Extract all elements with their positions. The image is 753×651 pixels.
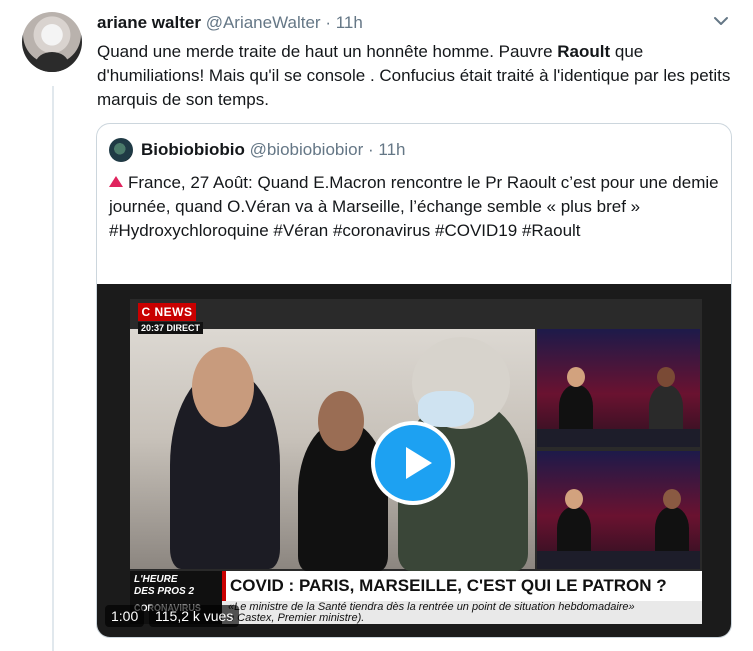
quoted-time[interactable]: 11h (378, 140, 405, 159)
quoted-separator-dot: · (368, 140, 374, 159)
inset-desk-1 (537, 429, 700, 447)
ticker-text: «Le ministre de la Santé tiendra dès la … (222, 601, 702, 624)
tweet-header: ariane walter @ArianeWalter · 11h (97, 13, 363, 33)
video-views: 115,2 k vues (149, 605, 240, 627)
chevron-down-icon[interactable] (712, 12, 730, 30)
author-avatar[interactable] (22, 12, 82, 72)
quoted-header: Biobiobiobio @biobiobiobior · 11h (141, 140, 406, 160)
quoted-text-body: France, 27 Août: Quand E.Macron rencontr… (109, 173, 719, 240)
quoted-handle[interactable]: @biobiobiobior (250, 140, 364, 159)
quoted-tweet[interactable]: Biobiobiobio @biobiobiobior · 11h France… (96, 123, 732, 638)
quoted-avatar[interactable] (109, 138, 133, 162)
author-name[interactable]: ariane walter (97, 13, 201, 32)
separator-dot: · (325, 13, 331, 32)
figure-left-face (192, 347, 254, 427)
video-duration: 1:00 (105, 605, 145, 627)
inset-desk-2 (537, 551, 700, 569)
show-name-line2: DES PROS 2 (134, 586, 195, 597)
inset-face-2 (657, 367, 675, 387)
channel-logo: C NEWS (138, 303, 196, 321)
video-scene-main (130, 329, 535, 571)
headline-banner: COVID : PARIS, MARSEILLE, C'EST QUI LE P… (222, 571, 702, 601)
quoted-name[interactable]: Biobiobiobio (141, 140, 245, 159)
tweet-text: Quand une merde traite de haut un honnêt… (97, 40, 737, 112)
play-icon[interactable] (371, 421, 455, 505)
video-inset-top (537, 329, 700, 447)
show-name-line1: L'HEURE (134, 574, 178, 585)
tweet-text-bold: Raoult (557, 42, 611, 61)
tweet-time[interactable]: 11h (336, 13, 363, 32)
inset-face-4 (663, 489, 681, 509)
quoted-text: France, 27 Août: Quand E.Macron rencontr… (109, 171, 719, 243)
figure-middle-face (318, 391, 364, 451)
author-handle[interactable]: @ArianeWalter (206, 13, 321, 32)
figure-right-mask (418, 391, 474, 427)
thread-line (52, 86, 54, 651)
inset-figure-1 (559, 385, 593, 433)
inset-figure-2 (649, 385, 683, 433)
inset-face-3 (565, 489, 583, 509)
show-name: L'HEURE DES PROS 2 (130, 571, 222, 601)
tweet-text-before: Quand une merde traite de haut un honnêt… (97, 42, 558, 61)
inset-face-1 (567, 367, 585, 387)
video-inset-bottom (537, 451, 700, 569)
red-triangle-icon (109, 176, 123, 187)
live-label: 20:37 DIRECT (138, 322, 204, 334)
inset-figure-3 (557, 507, 591, 555)
ticker-line2: n Castex, Premier ministre). (228, 612, 365, 624)
inset-figure-4 (655, 507, 689, 555)
video-player[interactable]: C NEWS 20:37 DIRECT L'HEURE DES PROS 2 C… (97, 284, 731, 637)
